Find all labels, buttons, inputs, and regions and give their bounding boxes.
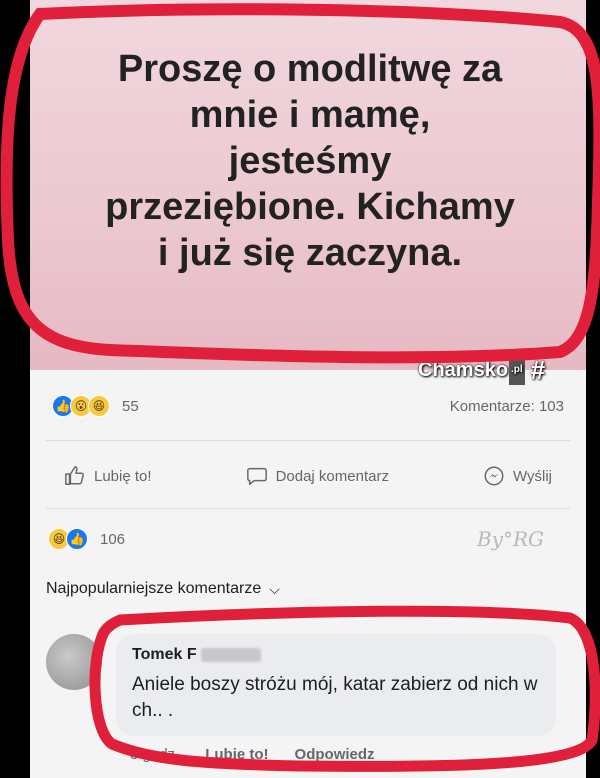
chevron-down-icon: ⌵	[269, 580, 280, 597]
hash-icon: #	[530, 355, 546, 385]
messenger-icon	[484, 466, 504, 486]
reaction-icons: 😆 👍	[48, 528, 88, 550]
share-button[interactable]: Wyślij	[483, 465, 552, 487]
like-button[interactable]: Lubię to!	[64, 465, 152, 487]
comments-reactions-summary[interactable]: 😆 👍 106 By°RG	[30, 524, 586, 554]
like-reaction-icon: 👍	[66, 528, 88, 550]
facebook-post-screen: Proszę o modlitwę za mnie i mamę, jesteś…	[30, 0, 586, 778]
post-image[interactable]: Proszę o modlitwę za mnie i mamę, jesteś…	[30, 0, 586, 370]
comment-icon	[246, 467, 267, 485]
comment-label: Dodaj komentarz	[275, 467, 389, 485]
like-icon	[65, 466, 84, 485]
chamsko-watermark: Chamsko .pl #	[418, 355, 546, 385]
comment-time: 3 godz.	[130, 746, 180, 763]
haha-reaction-icon: 😆	[88, 395, 110, 417]
share-label: Wyślij	[512, 467, 552, 485]
comment-reply-link[interactable]: Odpowiedz	[295, 746, 375, 763]
reactions-count[interactable]: 55	[122, 398, 139, 415]
comment-text: Aniele boszy stróżu mój, katar zabierz o…	[132, 674, 538, 721]
reaction-icons: 👍 😮 😆	[52, 395, 110, 417]
author-watermark: By°RG	[476, 527, 544, 551]
reactions-summary[interactable]: 👍 😮 😆 55 Komentarze: 103	[30, 388, 586, 424]
comment-meta: 3 godz. Lubię to! Odpowiedz	[130, 746, 375, 763]
comment-bubble[interactable]: Tomek F Aniele boszy stróżu mój, katar z…	[116, 634, 556, 736]
sort-label: Najpopularniejsze komentarze	[46, 580, 262, 597]
post-text: Proszę o modlitwę za mnie i mamę, jesteś…	[105, 48, 515, 274]
comments-count[interactable]: Komentarze: 103	[450, 398, 564, 415]
comment-author[interactable]: Tomek F	[132, 646, 540, 664]
divider	[46, 440, 570, 441]
redacted-surname	[200, 648, 261, 662]
comments-sort[interactable]: Najpopularniejsze komentarze ⌵	[30, 574, 586, 604]
comment-button[interactable]: Dodaj komentarz	[246, 465, 389, 487]
like-label: Lubię to!	[94, 467, 152, 485]
reactions-count[interactable]: 106	[100, 531, 125, 548]
divider	[46, 508, 570, 509]
post-actions: Lubię to! Dodaj komentarz Wyślij	[30, 456, 586, 496]
avatar[interactable]	[46, 634, 102, 690]
comment-like-link[interactable]: Lubię to!	[205, 746, 268, 763]
